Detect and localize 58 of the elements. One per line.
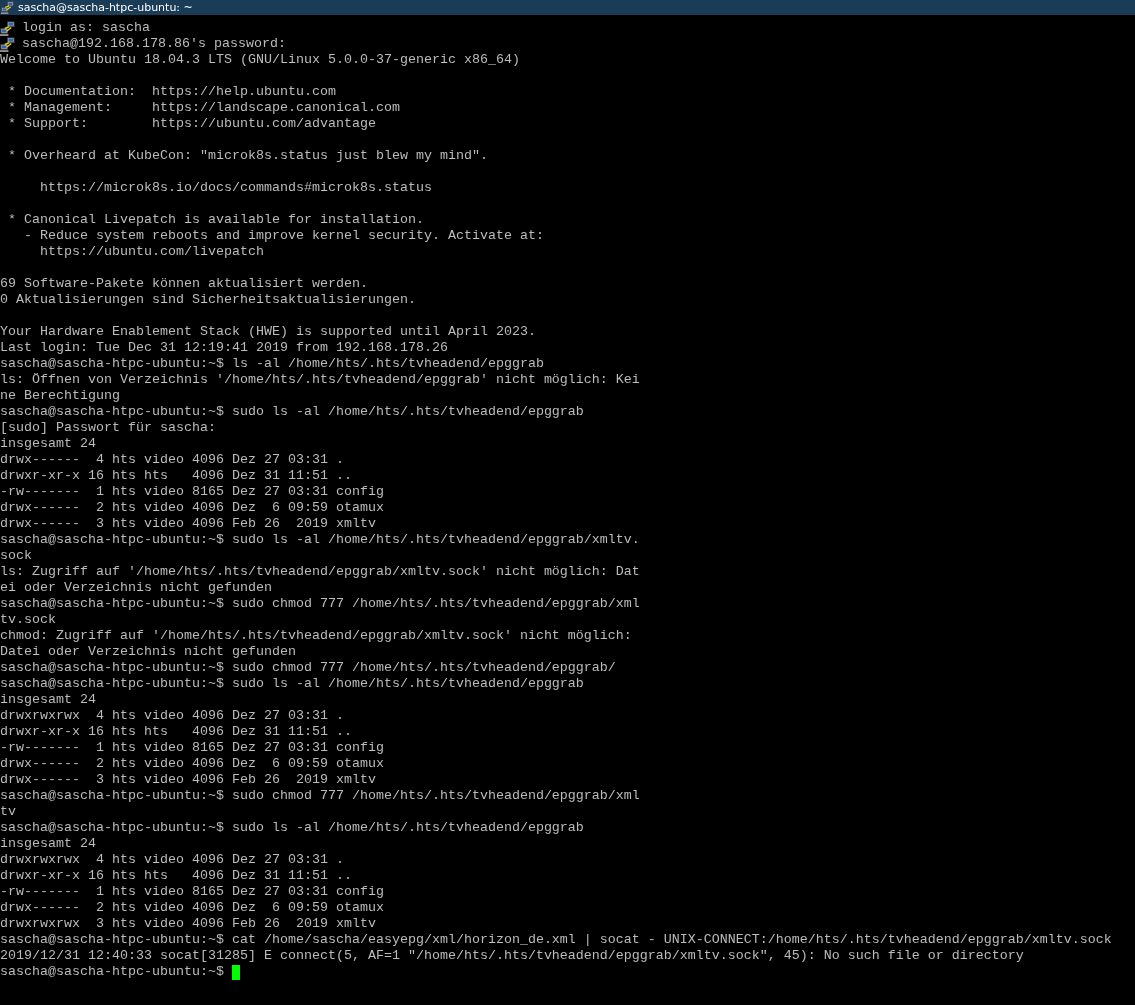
terminal-line: drwxr-xr-x 16 hts hts 4096 Dez 31 11:51 ..	[0, 868, 352, 884]
terminal-line: sascha@sascha-htpc-ubuntu:~$ sudo ls -al /home/hts/.hts/tvheadend/epggrab	[0, 404, 584, 420]
terminal-line: - Reduce system reboots and improve kernel security. Activate at:	[23, 228, 544, 244]
terminal-line: -rw------- 1 hts video 8165 Dez 27 03:31 config	[0, 884, 384, 900]
terminal-line: drwxrwxrwx 3 hts video 4096 Feb 26 2019 xmltv	[0, 916, 376, 932]
terminal-line: * Documentation: https://help.ubuntu.com	[7, 84, 336, 100]
terminal-line: sascha@sascha-htpc-ubuntu:~$ sudo chmod 777 /home/hts/.hts/tvheadend/epggrab/xml	[0, 788, 640, 804]
terminal-line: https://microk8s.io/docs/commands#microk8s.status	[39, 180, 432, 196]
terminal-line: sascha@sascha-htpc-ubuntu:~$ cat /home/sascha/easyepg/xml/horizon_de.xml | socat - UNIX-CONNECT:/home/hts/.hts/tvheadend/epggrab/xmltv.sock	[0, 932, 1112, 948]
terminal-line: 69 Software-Pakete können aktualisiert werden.	[0, 276, 368, 292]
computers-icon	[0, 20, 15, 36]
terminal-line: sascha@sascha-htpc-ubuntu:~$ sudo ls -al /home/hts/.hts/tvheadend/epggrab/xmltv.	[0, 532, 640, 548]
terminal-line: drwxr-xr-x 16 hts hts 4096 Dez 31 11:51 ..	[0, 724, 352, 740]
terminal-line: sascha@sascha-htpc-ubuntu:~$ ls -al /home/hts/.hts/tvheadend/epggrab	[0, 356, 544, 372]
terminal-line: 2019/12/31 12:40:33 socat[31285] E connect(5, AF=1 "/home/hts/.hts/tvheadend/epggrab/xmltv.sock", 45): No such file or directory	[0, 948, 1024, 964]
terminal-line: sascha@192.168.178.86's password:	[22, 36, 286, 52]
terminal-line: -rw------- 1 hts video 8165 Dez 27 03:31 config	[0, 484, 384, 500]
terminal-line: insgesamt 24	[0, 836, 96, 852]
terminal-line: ei oder Verzeichnis nicht gefunden	[0, 580, 272, 596]
window-title: sascha@sascha-htpc-ubuntu: ~	[18, 1, 193, 14]
terminal-line: sascha@sascha-htpc-ubuntu:~$ sudo ls -al /home/hts/.hts/tvheadend/epggrab	[0, 676, 584, 692]
terminal-line: drwx------ 4 hts video 4096 Dez 27 03:31 .	[0, 452, 344, 468]
terminal-line: Last login: Tue Dec 31 12:19:41 2019 from 192.168.178.26	[0, 340, 448, 356]
terminal-line: tv	[0, 804, 16, 820]
terminal-line: Your Hardware Enablement Stack (HWE) is supported until April 2023.	[0, 324, 536, 340]
terminal-line: ls: Öffnen von Verzeichnis '/home/hts/.hts/tvheadend/epggrab' nicht möglich: Kei	[0, 372, 640, 388]
terminal-line: 0 Aktualisierungen sind Sicherheitsaktualisierungen.	[0, 292, 416, 308]
terminal-line: * Overheard at KubeCon: "microk8s.status just blew my mind".	[7, 148, 488, 164]
terminal-line: login as: sascha	[22, 20, 150, 36]
terminal-line: drwx------ 3 hts video 4096 Feb 26 2019 xmltv	[0, 516, 376, 532]
terminal-line: [sudo] Passwort für sascha:	[0, 420, 216, 436]
terminal-line: drwxr-xr-x 16 hts hts 4096 Dez 31 11:51 ..	[0, 468, 352, 484]
terminal-line: drwx------ 3 hts video 4096 Feb 26 2019 xmltv	[0, 772, 376, 788]
terminal-line: insgesamt 24	[0, 436, 96, 452]
terminal-line: * Support: https://ubuntu.com/advantage	[7, 116, 376, 132]
terminal-line: drwxrwxrwx 4 hts video 4096 Dez 27 03:31 .	[0, 852, 344, 868]
terminal-line: drwx------ 2 hts video 4096 Dez 6 09:59 otamux	[0, 500, 384, 516]
terminal-line: sascha@sascha-htpc-ubuntu:~$ sudo chmod 777 /home/hts/.hts/tvheadend/epggrab/	[0, 660, 616, 676]
terminal-line: Datei oder Verzeichnis nicht gefunden	[0, 644, 296, 660]
terminal-line: Welcome to Ubuntu 18.04.3 LTS (GNU/Linux 5.0.0-37-generic x86_64)	[0, 52, 520, 68]
terminal-line: sascha@sascha-htpc-ubuntu:~$ sudo chmod 777 /home/hts/.hts/tvheadend/epggrab/xml	[0, 596, 640, 612]
terminal-line: ne Berechtigung	[0, 388, 120, 404]
terminal-line: insgesamt 24	[0, 692, 96, 708]
terminal-line: sascha@sascha-htpc-ubuntu:~$ sudo ls -al /home/hts/.hts/tvheadend/epggrab	[0, 820, 584, 836]
terminal-line: * Management: https://landscape.canonical.com	[7, 100, 400, 116]
terminal-line: https://ubuntu.com/livepatch	[39, 244, 264, 260]
terminal-line: drwx------ 2 hts video 4096 Dez 6 09:59 otamux	[0, 900, 384, 916]
terminal-line: chmod: Zugriff auf '/home/hts/.hts/tvheadend/epggrab/xmltv.sock' nicht möglich:	[0, 628, 632, 644]
computers-icon	[1, 1, 14, 14]
terminal-line: sascha@sascha-htpc-ubuntu:~$	[0, 964, 225, 980]
terminal-line: -rw------- 1 hts video 8165 Dez 27 03:31 config	[0, 740, 384, 756]
terminal-line: * Canonical Livepatch is available for installation.	[7, 212, 424, 228]
terminal-line: sock	[0, 548, 32, 564]
terminal-line: ls: Zugriff auf '/home/hts/.hts/tvheadend/epggrab/xmltv.sock' nicht möglich: Dat	[0, 564, 640, 580]
terminal-line: drwxrwxrwx 4 hts video 4096 Dez 27 03:31 .	[0, 708, 344, 724]
terminal-line: drwx------ 2 hts video 4096 Dez 6 09:59 otamux	[0, 756, 384, 772]
terminal-line: tv.sock	[0, 612, 56, 628]
computers-icon	[0, 36, 15, 52]
